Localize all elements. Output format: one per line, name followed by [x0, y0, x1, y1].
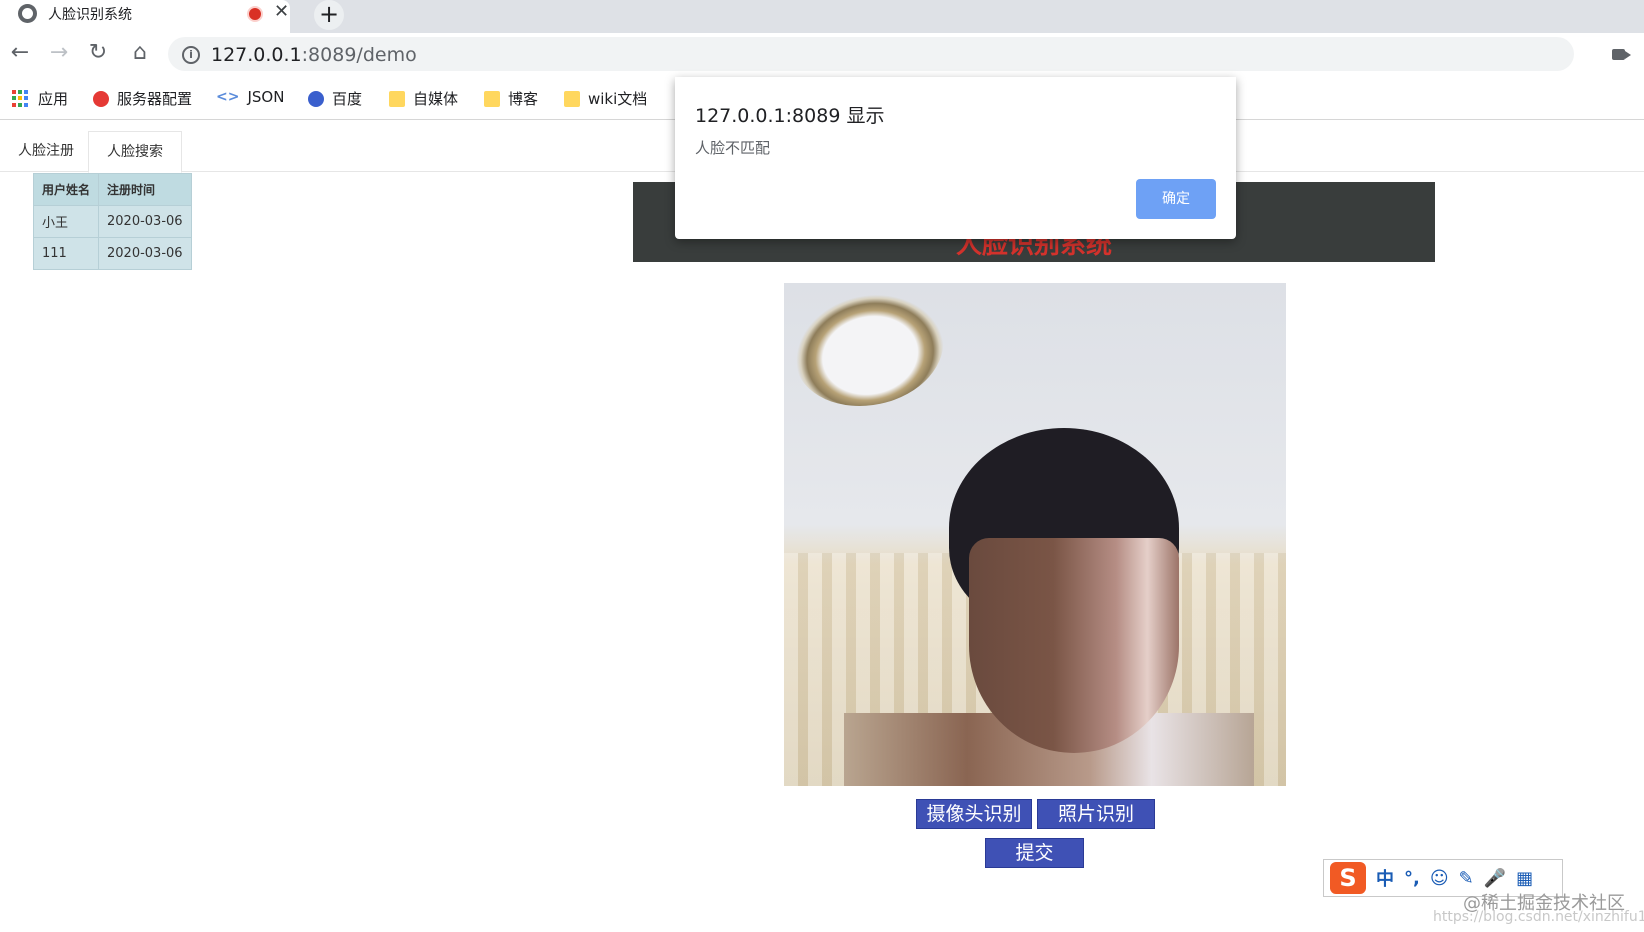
bookmark-label: JSON	[247, 88, 285, 106]
ime-chinese-mode[interactable]: 中	[1376, 865, 1394, 891]
folder-icon	[484, 90, 500, 107]
code-icon: <>	[216, 89, 240, 105]
browser-tab[interactable]: 人脸识别系统 ✕	[0, 0, 290, 33]
forward-arrow-icon[interactable]: →	[47, 40, 71, 65]
table-header-row: 用户姓名 注册时间	[32, 173, 192, 206]
microphone-icon[interactable]: 🎤	[1484, 868, 1506, 889]
camera-indicator-icon[interactable]	[1612, 49, 1631, 60]
reload-icon[interactable]: ↻	[86, 40, 110, 65]
grid-menu-icon[interactable]: ▦	[1516, 868, 1533, 889]
alert-title: 127.0.0.1:8089 显示	[695, 105, 885, 127]
bookmark-label: 自媒体	[413, 90, 459, 108]
camera-recognize-button[interactable]: 摄像头识别	[916, 799, 1032, 829]
bookmark-label: 应用	[38, 90, 69, 108]
tab-face-register[interactable]: 人脸注册	[0, 131, 92, 171]
back-arrow-icon[interactable]: ←	[8, 40, 32, 65]
server-icon	[93, 90, 109, 107]
tab-face-search[interactable]: 人脸搜索	[88, 131, 182, 173]
watermark-url: https://blog.csdn.net/xinzhifu1	[1433, 909, 1644, 925]
bookmark-server-config[interactable]: 服务器配置	[93, 88, 192, 109]
home-icon[interactable]: ⌂	[128, 40, 152, 65]
bookmark-baidu[interactable]: 百度	[308, 88, 362, 109]
ceiling-lamp	[784, 283, 954, 420]
bookmark-label: wiki文档	[588, 90, 648, 108]
table-cell-register-time: 2020-03-06	[98, 237, 192, 270]
url-path: :8089/demo	[301, 44, 417, 66]
new-tab-button[interactable]: +	[314, 0, 344, 30]
camera-capture-image	[784, 283, 1286, 786]
table-cell-username: 111	[32, 237, 100, 270]
url-host: 127.0.0.1	[211, 44, 302, 66]
column-header-username: 用户姓名	[32, 173, 100, 206]
site-info-icon[interactable]: i	[182, 46, 200, 64]
globe-icon	[18, 4, 37, 23]
table-cell-register-time: 2020-03-06	[98, 205, 192, 238]
pen-icon[interactable]: ✎	[1459, 868, 1474, 889]
apps-grid-icon	[12, 89, 30, 108]
alert-dialog: 127.0.0.1:8089 显示 人脸不匹配 确定	[675, 77, 1236, 239]
browser-tab-title: 人脸识别系统	[48, 7, 132, 23]
bookmark-wiki[interactable]: wiki文档	[564, 88, 647, 109]
bookmark-label: 百度	[332, 90, 363, 108]
alert-ok-button[interactable]: 确定	[1136, 179, 1216, 219]
ime-punctuation[interactable]: °,	[1404, 868, 1420, 889]
photo-recognize-button[interactable]: 照片识别	[1037, 799, 1155, 829]
table-cell-username: 小王	[32, 205, 100, 238]
close-tab-icon[interactable]: ✕	[274, 1, 289, 22]
user-table: 用户姓名 注册时间 小王 2020-03-06 111 2020-03-06	[32, 173, 192, 270]
bookmark-label: 服务器配置	[117, 90, 193, 108]
table-row[interactable]: 小王 2020-03-06	[32, 205, 192, 238]
bookmark-blog[interactable]: 博客	[484, 88, 538, 109]
bookmark-label: 博客	[508, 90, 539, 108]
folder-icon	[389, 90, 405, 107]
table-row[interactable]: 111 2020-03-06	[32, 237, 192, 270]
bookmark-apps[interactable]: 应用	[12, 88, 68, 109]
url-text[interactable]: 127.0.0.1:8089/demo	[211, 44, 417, 66]
sogou-logo-icon[interactable]: S	[1330, 862, 1366, 894]
submit-button[interactable]: 提交	[985, 838, 1084, 868]
recording-icon	[247, 6, 263, 22]
alert-message: 人脸不匹配	[695, 139, 771, 157]
bookmark-self-media[interactable]: 自媒体	[389, 88, 458, 109]
emoji-icon[interactable]: ☺	[1430, 868, 1449, 889]
bookmark-json[interactable]: <> JSON	[216, 88, 284, 106]
baidu-paw-icon	[308, 90, 324, 107]
folder-icon	[564, 90, 580, 107]
column-header-register-time: 注册时间	[98, 173, 192, 206]
pixelated-face	[969, 538, 1179, 753]
